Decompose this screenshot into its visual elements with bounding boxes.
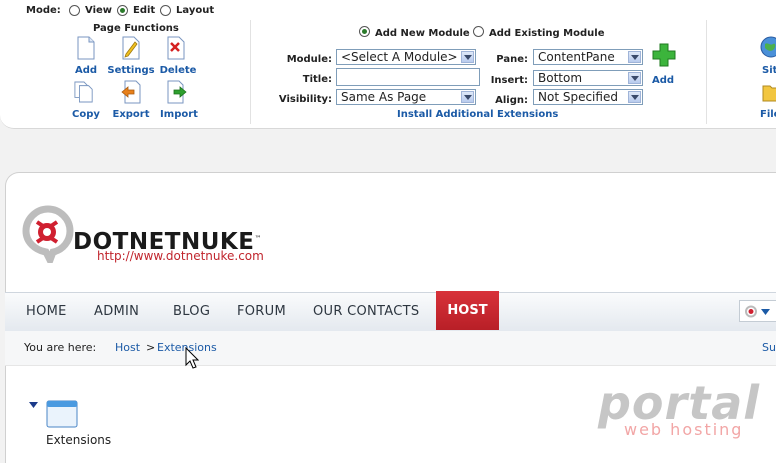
copy-page-button[interactable]: Copy xyxy=(68,109,104,120)
chevron-down-icon xyxy=(761,309,770,315)
mode-layout-radio[interactable] xyxy=(160,5,171,16)
insert-select[interactable]: Bottom xyxy=(533,70,643,86)
align-select[interactable]: Not Specified xyxy=(533,89,643,105)
align-select-value: Not Specified xyxy=(538,90,618,104)
insert-label: Insert: xyxy=(490,75,528,86)
breadcrumb-label: You are here: xyxy=(24,341,97,354)
nav-forum[interactable]: FORUM xyxy=(237,304,286,319)
globe-icon[interactable] xyxy=(760,36,776,58)
dotnetnuke-flag-icon xyxy=(745,305,757,318)
chevron-down-icon[interactable] xyxy=(628,72,641,84)
pane-select-value: ContentPane xyxy=(538,50,615,64)
nav-host[interactable]: HOST xyxy=(436,291,499,330)
mode-edit-radio[interactable] xyxy=(117,5,128,16)
page-functions-title: Page Functions xyxy=(93,23,179,34)
breadcrumb-host-link[interactable]: Host xyxy=(115,341,140,354)
user-link-partial[interactable]: Su xyxy=(762,341,776,354)
chevron-down-icon[interactable] xyxy=(628,51,641,63)
add-existing-module-label[interactable]: Add Existing Module xyxy=(489,28,604,39)
module-select[interactable]: <Select A Module> xyxy=(336,49,476,65)
nav-admin[interactable]: ADMIN xyxy=(94,304,139,319)
add-page-icon[interactable] xyxy=(76,36,96,60)
add-module-icon[interactable] xyxy=(651,42,677,68)
site-settings-link[interactable]: Sit xyxy=(762,65,776,76)
watermark-subtitle: web hosting xyxy=(624,420,744,439)
divider xyxy=(706,20,707,124)
nav-home[interactable]: HOME xyxy=(26,304,67,319)
delete-page-icon[interactable] xyxy=(166,36,186,60)
visibility-label: Visibility: xyxy=(278,94,332,105)
import-page-icon[interactable] xyxy=(167,80,187,104)
mode-view-radio[interactable] xyxy=(69,5,80,16)
chevron-down-icon[interactable] xyxy=(628,91,641,103)
breadcrumb-separator: > xyxy=(146,341,156,354)
insert-select-value: Bottom xyxy=(538,71,583,85)
mode-layout-label[interactable]: Layout xyxy=(176,5,214,16)
folder-icon[interactable] xyxy=(762,82,776,102)
install-extensions-link[interactable]: Install Additional Extensions xyxy=(397,109,558,120)
extensions-window-icon[interactable] xyxy=(46,400,78,428)
language-selector[interactable] xyxy=(739,300,776,322)
add-new-module-label[interactable]: Add New Module xyxy=(375,28,470,39)
mode-label: Mode: xyxy=(26,5,61,16)
pane-select[interactable]: ContentPane xyxy=(533,49,643,65)
page-settings-button[interactable]: Settings xyxy=(106,65,156,76)
nav-blog[interactable]: BLOG xyxy=(173,304,210,319)
mode-edit-label[interactable]: Edit xyxy=(133,5,155,16)
add-module-button[interactable]: Add xyxy=(652,75,674,86)
delete-page-button[interactable]: Delete xyxy=(158,65,198,76)
module-actions-arrow-icon[interactable] xyxy=(29,402,38,408)
divider xyxy=(250,20,251,124)
page-settings-icon[interactable] xyxy=(121,36,141,60)
add-page-button[interactable]: Add xyxy=(70,65,102,76)
title-label: Title: xyxy=(302,74,332,85)
nav-our-contacts[interactable]: OUR CONTACTS xyxy=(313,304,419,319)
add-existing-module-radio[interactable] xyxy=(473,26,484,37)
visibility-select-value: Same As Page xyxy=(341,90,427,104)
import-page-button[interactable]: Import xyxy=(156,109,202,120)
export-page-icon[interactable] xyxy=(121,80,141,104)
logo-tm: ™ xyxy=(254,234,262,243)
mode-view-label[interactable]: View xyxy=(85,5,112,16)
file-manager-link[interactable]: File xyxy=(760,109,776,120)
title-input[interactable] xyxy=(336,68,480,86)
pane-label: Pane: xyxy=(496,54,528,65)
visibility-select[interactable]: Same As Page xyxy=(336,89,476,105)
module-select-value: <Select A Module> xyxy=(341,50,458,64)
dotnetnuke-logo-icon[interactable] xyxy=(20,205,76,263)
mouse-cursor-icon xyxy=(185,347,199,369)
align-label: Align: xyxy=(495,95,528,106)
copy-page-icon[interactable] xyxy=(74,80,94,104)
add-new-module-radio[interactable] xyxy=(359,26,370,37)
extensions-item-label[interactable]: Extensions xyxy=(46,433,111,447)
module-label: Module: xyxy=(286,54,332,65)
logo-url-link[interactable]: http://www.dotnetnuke.com xyxy=(97,249,264,263)
export-page-button[interactable]: Export xyxy=(108,109,154,120)
